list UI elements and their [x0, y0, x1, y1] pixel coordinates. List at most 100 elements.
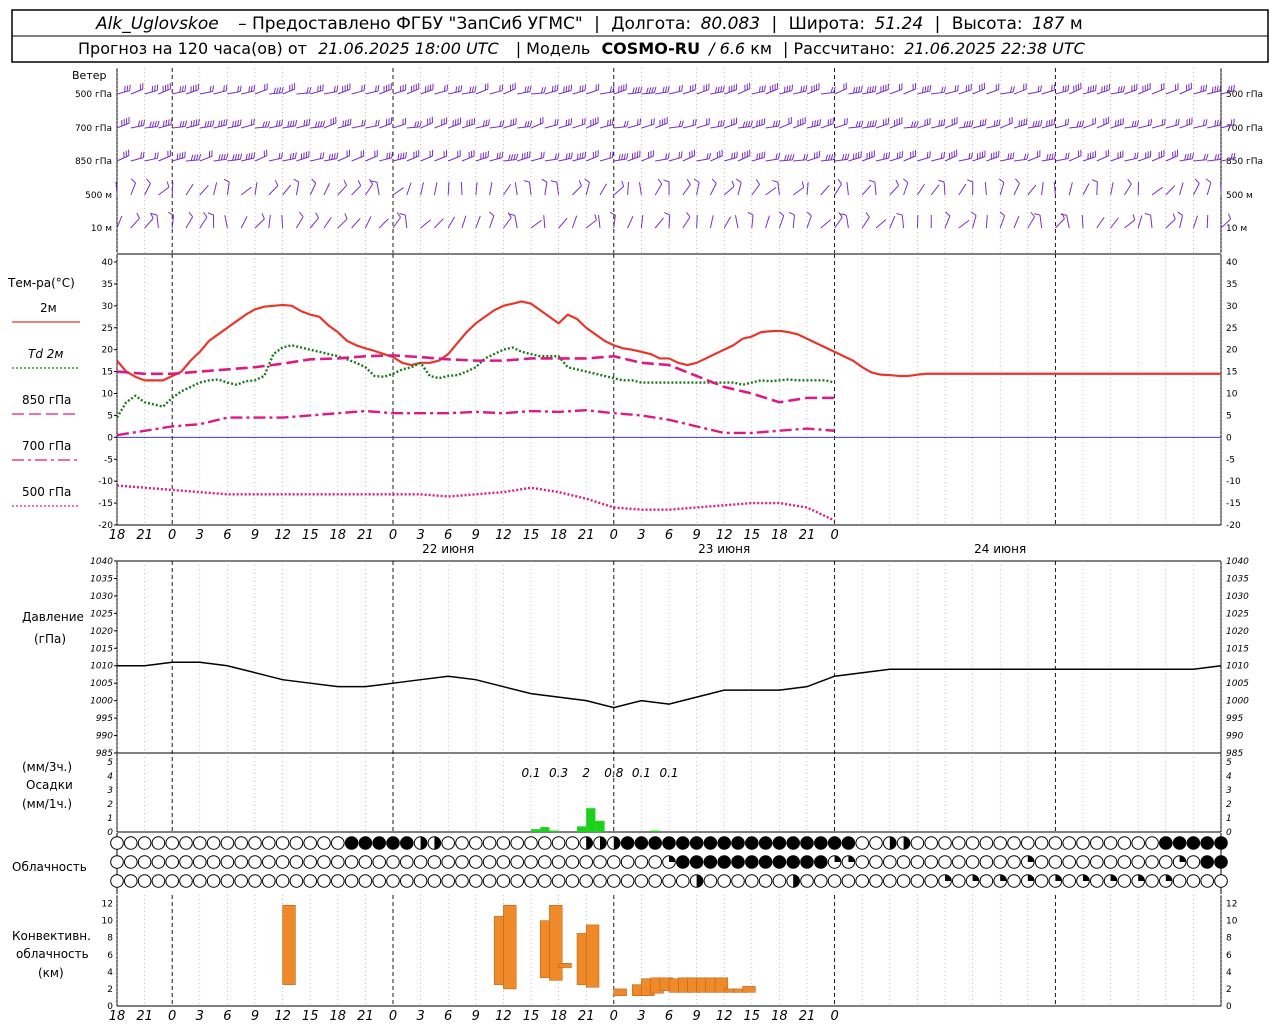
wind-barb-feather: [570, 152, 573, 159]
precip-ytick-left: 1: [107, 814, 113, 824]
cloud-symbol: [248, 855, 262, 869]
wind-barb-feather: [1081, 120, 1085, 127]
wind-barb: [599, 124, 613, 129]
wind-barb-feather: [802, 85, 805, 92]
wind-barb-feather: [262, 121, 265, 128]
pressure-ytick-right: 1000: [1226, 697, 1249, 707]
wind-barb: [986, 89, 999, 95]
cloud-symbol: [965, 855, 980, 869]
wind-barb-feather: [446, 84, 449, 91]
wind-level-label-right: 10 м: [1226, 224, 1247, 234]
wind-barb-feather: [250, 152, 253, 159]
temp-xtick-label: 3: [637, 528, 645, 543]
wind-barb-feather: [526, 86, 530, 93]
cloud-symbol: [910, 855, 925, 869]
wind-barb: [558, 123, 572, 129]
cloud-symbol: [758, 874, 773, 888]
cloud-symbol: [814, 874, 828, 888]
temp-ytick-right: 40: [1226, 258, 1238, 268]
pressure-ytick-right: 995: [1226, 714, 1243, 724]
wind-barb: [489, 182, 493, 196]
wind-barb: [144, 90, 158, 95]
wind-barb-feather: [357, 180, 362, 186]
cloud-symbol: [869, 855, 883, 869]
wind-barb-feather: [195, 154, 199, 161]
wind-barb: [874, 182, 877, 196]
wind-barb-feather: [763, 151, 766, 158]
wind-barb-feather: [1091, 179, 1098, 183]
temp-xtick-label: 0: [610, 528, 618, 543]
pressure-ytick-right: 1020: [1226, 627, 1249, 637]
precip-3h-value: 0.1: [521, 766, 540, 780]
precip-ytick-left: 3: [107, 786, 113, 796]
wind-barb-feather: [501, 151, 504, 158]
wind-barb-feather: [220, 154, 224, 161]
wind-barb: [1013, 215, 1020, 229]
model-name: COSMO-RU: [601, 39, 700, 58]
wind-barb: [185, 216, 194, 229]
cloud-symbol-fill: [613, 836, 621, 850]
wind-barb: [144, 157, 158, 162]
cloud-symbol: [910, 836, 925, 850]
wind-barb: [751, 90, 765, 95]
precip-ytick-right: 5: [1226, 758, 1232, 768]
wind-barb: [737, 182, 742, 196]
wind-barb: [751, 215, 754, 229]
wind-barb-feather: [1202, 85, 1205, 92]
wind-barb-feather: [550, 180, 557, 183]
wind-barb: [806, 124, 820, 129]
wind-barb-feather: [637, 119, 639, 126]
cloud-symbol: [952, 874, 966, 888]
wind-level-label-left: 500 гПа: [75, 90, 112, 100]
cloud-symbol-fill: [676, 855, 690, 869]
wind-barb-feather: [1136, 152, 1139, 159]
pressure-ytick-left: 1020: [90, 627, 113, 637]
cloud-symbol: [993, 836, 1008, 850]
wind-barb-feather: [165, 119, 168, 127]
wind-barb-feather: [1214, 120, 1217, 127]
cloud-symbol: [344, 874, 359, 888]
wind-barb-feather: [188, 211, 194, 218]
convective-cloud-plot: 0 0 2 2 4 4 6 6 8 8 10 10 12 12: [102, 900, 1238, 1012]
wind-barb-feather: [1144, 213, 1151, 216]
wind-barb: [406, 155, 419, 162]
wind-barb-feather: [858, 121, 861, 128]
temp-ytick-left: 20: [102, 346, 114, 356]
cloud-symbol: [193, 855, 207, 869]
cloud-symbol: [952, 855, 966, 869]
wind-barb-feather: [565, 153, 568, 160]
wind-barb-feather: [612, 118, 614, 125]
wind-barb-feather: [377, 119, 380, 126]
wind-barb: [365, 125, 379, 129]
wind-barb: [530, 157, 544, 162]
wind-barb: [530, 122, 544, 129]
cloud-symbol: [1159, 855, 1173, 869]
wind-barb: [282, 157, 296, 162]
wind-barb-feather: [496, 152, 499, 160]
wind-barb-feather: [281, 86, 284, 93]
wind-barb-feather: [982, 119, 984, 126]
wind-barb: [696, 158, 710, 162]
wind-barb-feather: [819, 119, 822, 126]
wind-barb-feather: [250, 119, 253, 126]
wind-barb-feather: [184, 85, 187, 92]
cloud-symbol-fill: [400, 836, 414, 850]
wind-barb-feather: [868, 179, 876, 183]
wind-barb: [724, 123, 737, 129]
wind-barb: [1165, 218, 1176, 229]
wind-barb-feather: [274, 179, 279, 186]
wind-barb-feather: [570, 84, 573, 91]
wind-barb-feather: [250, 85, 253, 92]
wind-barb: [845, 215, 849, 229]
wind-barb: [309, 183, 317, 196]
wind-barb-feather: [711, 178, 717, 184]
cloud-symbol: [745, 874, 759, 888]
cloud-symbol-fill: [1214, 855, 1228, 869]
cloud-symbol: [965, 836, 980, 850]
pressure-ytick-left: 1025: [90, 609, 113, 619]
cloud-symbol: [551, 836, 566, 850]
wind-barb-feather: [626, 153, 629, 160]
wind-barb: [503, 88, 516, 95]
wind-barb-feather: [294, 152, 297, 159]
wind-barb: [1082, 123, 1096, 129]
